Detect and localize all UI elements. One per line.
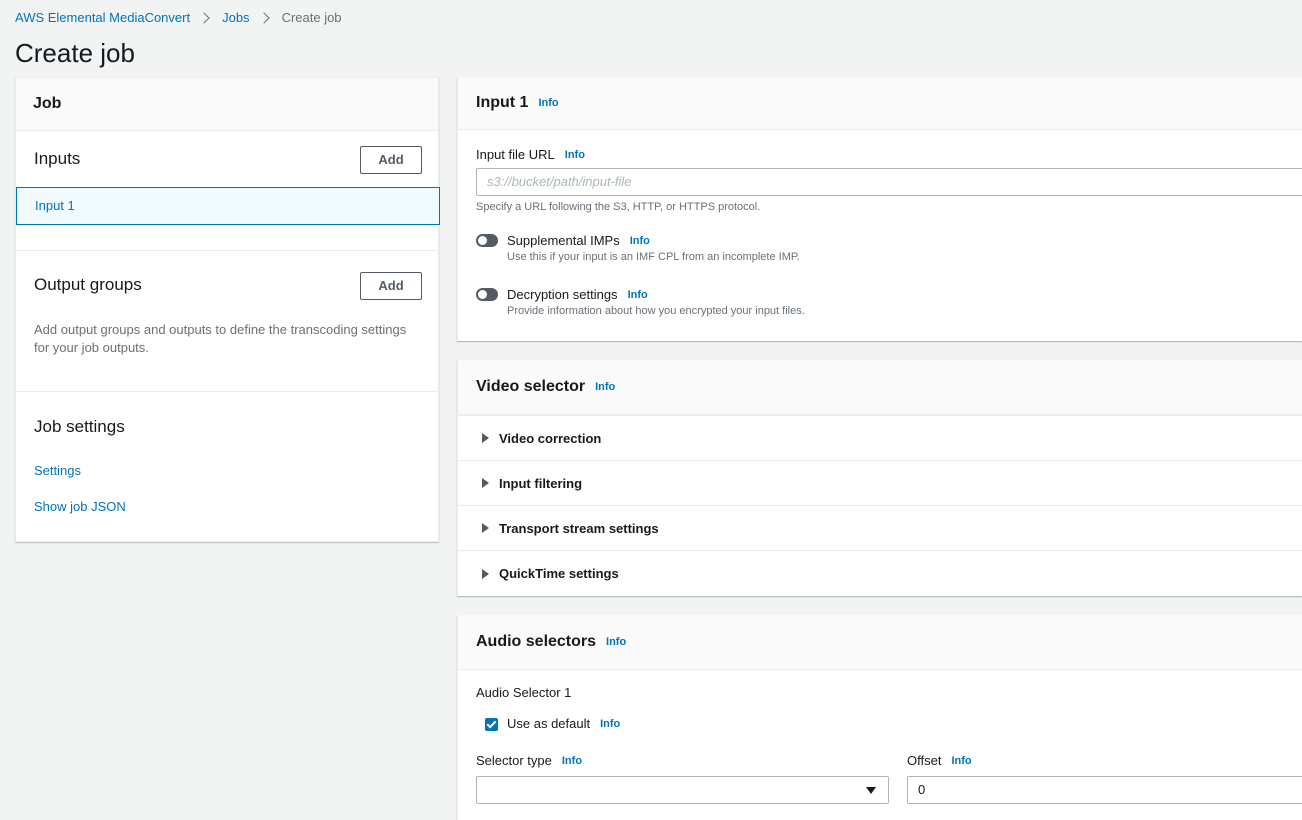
- video-selector-header: Video selector Info: [458, 360, 1302, 415]
- use-as-default-label: Use as default: [507, 716, 591, 731]
- caret-right-icon: [482, 433, 489, 443]
- input-list-item[interactable]: Input 1: [16, 187, 440, 225]
- add-output-group-button[interactable]: Add: [360, 272, 422, 300]
- audio-selector-name: Audio Selector 1: [476, 685, 572, 700]
- page-title: Create job: [15, 38, 135, 68]
- decryption-settings-hint: Provide information about how you encryp…: [507, 305, 805, 317]
- job-settings-section-title: Job settings: [34, 417, 125, 436]
- info-link[interactable]: Info: [630, 235, 650, 247]
- decryption-settings-row: Decryption settings Info: [507, 287, 648, 302]
- use-as-default-checkbox[interactable]: [485, 718, 498, 731]
- input-filtering-expander[interactable]: Input filtering: [458, 460, 1302, 505]
- breadcrumb-mediaconvert[interactable]: AWS Elemental MediaConvert: [15, 10, 190, 25]
- breadcrumb: AWS Elemental MediaConvert Jobs Create j…: [15, 10, 342, 25]
- offset-label-row: Offset Info: [907, 753, 972, 768]
- info-link[interactable]: Info: [565, 149, 585, 161]
- caret-down-icon: [866, 787, 876, 794]
- settings-link[interactable]: Settings: [34, 463, 81, 478]
- output-groups-description: Add output groups and outputs to define …: [34, 322, 407, 355]
- input-file-url-placeholder: s3://bucket/path/input-file: [487, 174, 632, 189]
- supplemental-imps-label: Supplemental IMPs: [507, 233, 620, 248]
- info-link[interactable]: Info: [562, 755, 582, 767]
- supplemental-imps-toggle[interactable]: [476, 234, 498, 247]
- expander-label: Transport stream settings: [499, 520, 659, 536]
- caret-right-icon: [482, 523, 489, 533]
- input-card: Input 1 Info Input file URL Info s3://bu…: [457, 77, 1302, 341]
- expander-label: Input filtering: [499, 475, 583, 491]
- offset-value: 0: [918, 782, 926, 797]
- job-panel-header: Job: [16, 78, 438, 131]
- expander-label: Video correction: [499, 430, 602, 446]
- breadcrumb-jobs[interactable]: Jobs: [222, 10, 249, 25]
- info-link[interactable]: Info: [606, 636, 626, 648]
- caret-right-icon: [482, 478, 489, 488]
- chevron-right-icon: [257, 11, 270, 24]
- selector-type-label: Selector type: [476, 753, 552, 768]
- audio-selectors-title: Audio selectors: [476, 633, 597, 650]
- video-selector-title: Video selector: [476, 378, 586, 395]
- file-url-label-row: Input file URL Info: [476, 147, 585, 162]
- video-correction-expander[interactable]: Video correction: [458, 415, 1302, 460]
- info-link[interactable]: Info: [538, 97, 558, 109]
- offset-label: Offset: [907, 753, 942, 768]
- file-url-label: Input file URL: [476, 147, 555, 162]
- input-card-header: Input 1 Info: [458, 77, 1302, 130]
- video-selector-card: Video selector Info Video correction Inp…: [457, 360, 1302, 596]
- chevron-right-icon: [198, 11, 210, 24]
- decryption-settings-toggle[interactable]: [476, 288, 498, 301]
- show-job-json-link[interactable]: Show job JSON: [34, 499, 126, 514]
- divider: [16, 250, 440, 251]
- decryption-settings-label: Decryption settings: [507, 287, 618, 302]
- selector-type-label-row: Selector type Info: [476, 753, 582, 768]
- info-link[interactable]: Info: [951, 755, 971, 767]
- offset-input[interactable]: 0: [907, 776, 1302, 804]
- info-link[interactable]: Info: [628, 289, 648, 301]
- quicktime-settings-expander[interactable]: QuickTime settings: [458, 550, 1302, 596]
- breadcrumb-current: Create job: [281, 10, 342, 25]
- info-link[interactable]: Info: [600, 718, 620, 730]
- output-groups-section-title: Output groups: [34, 275, 142, 294]
- info-link[interactable]: Info: [595, 381, 615, 393]
- expander-label: QuickTime settings: [499, 566, 619, 581]
- file-url-hint: Specify a URL following the S3, HTTP, or…: [476, 201, 761, 213]
- transport-stream-settings-expander[interactable]: Transport stream settings: [458, 505, 1302, 550]
- supplemental-imps-row: Supplemental IMPs Info: [507, 233, 650, 248]
- job-navigation-panel: Job Inputs Add Input 1 Output groups Add…: [15, 77, 440, 542]
- audio-selectors-card: Audio selectors Info Audio Selector 1 Us…: [457, 615, 1302, 820]
- add-input-button[interactable]: Add: [360, 146, 422, 174]
- input-file-url-field[interactable]: s3://bucket/path/input-file: [476, 168, 1302, 196]
- inputs-section-title: Inputs: [34, 149, 81, 168]
- divider: [16, 391, 440, 392]
- use-as-default-row: Use as default Info: [507, 716, 620, 731]
- supplemental-imps-hint: Use this if your input is an IMF CPL fro…: [507, 251, 800, 263]
- caret-right-icon: [482, 568, 489, 579]
- selector-type-dropdown[interactable]: [476, 776, 889, 804]
- input-card-title: Input 1: [476, 94, 529, 111]
- audio-selectors-header: Audio selectors Info: [458, 615, 1302, 670]
